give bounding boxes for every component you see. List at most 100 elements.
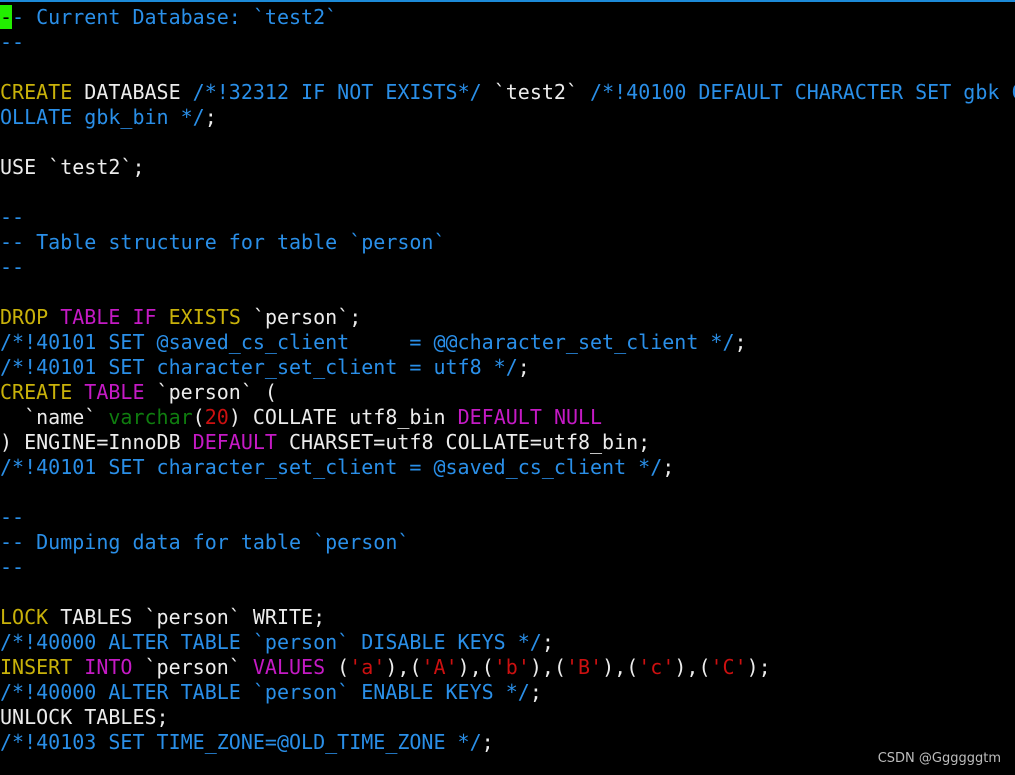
code-line[interactable]: /*!40103 SET TIME_ZONE=@OLD_TIME_ZONE */… bbox=[0, 730, 1015, 755]
code-line[interactable]: DROP TABLE IF EXISTS `person`; bbox=[0, 305, 1015, 330]
code-line[interactable]: LOCK TABLES `person` WRITE; bbox=[0, 605, 1015, 630]
code-token: /*!40103 SET TIME_ZONE=@OLD_TIME_ZONE */ bbox=[0, 730, 482, 754]
code-line[interactable]: OLLATE gbk_bin */; bbox=[0, 105, 1015, 130]
code-token: ) ENGINE=InnoDB bbox=[0, 430, 193, 454]
code-token: -- bbox=[0, 255, 25, 279]
code-line[interactable]: /*!40101 SET character_set_client = @sav… bbox=[0, 455, 1015, 480]
code-line[interactable]: UNLOCK TABLES; bbox=[0, 705, 1015, 730]
blank-line[interactable] bbox=[0, 580, 1015, 605]
code-line[interactable]: `name` varchar(20) COLLATE utf8_bin DEFA… bbox=[0, 405, 1015, 430]
code-token: 20 bbox=[204, 405, 229, 429]
csdn-watermark: CSDN @Ggggggtm bbox=[877, 751, 1001, 766]
code-token: DEFAULT bbox=[457, 405, 542, 429]
blank-line[interactable] bbox=[0, 480, 1015, 505]
code-line[interactable]: -- bbox=[0, 205, 1015, 230]
code-token: 'A' bbox=[421, 655, 458, 679]
code-token: CREATE bbox=[0, 80, 73, 104]
code-token: DEFAULT bbox=[192, 430, 277, 454]
code-token: -- bbox=[0, 205, 25, 229]
code-token: /*!40101 SET character_set_client = utf8… bbox=[0, 355, 518, 379]
code-token: 'C' bbox=[710, 655, 747, 679]
code-token: ; bbox=[204, 105, 217, 129]
code-token: `name` bbox=[0, 405, 109, 429]
code-line[interactable]: CREATE DATABASE /*!32312 IF NOT EXISTS*/… bbox=[0, 80, 1015, 105]
code-token: varchar bbox=[108, 405, 193, 429]
code-token: /*!32312 IF NOT EXISTS*/ bbox=[192, 80, 482, 104]
code-token: -- Dumping data for table `person` bbox=[0, 530, 410, 554]
code-token: -- bbox=[0, 555, 25, 579]
code-token: OLLATE gbk_bin */ bbox=[0, 105, 205, 129]
code-token: /*!40000 ALTER TABLE `person` DISABLE KE… bbox=[0, 630, 542, 654]
code-token: USE `test2`; bbox=[0, 155, 145, 179]
code-line[interactable]: -- bbox=[0, 505, 1015, 530]
code-token: INSERT bbox=[0, 655, 73, 679]
code-token: ; bbox=[662, 455, 675, 479]
code-token: DATABASE bbox=[72, 80, 193, 104]
code-token: ) COLLATE utf8_bin bbox=[228, 405, 458, 429]
code-line[interactable]: /*!40000 ALTER TABLE `person` ENABLE KEY… bbox=[0, 680, 1015, 705]
code-token: ; bbox=[517, 355, 530, 379]
code-token: ( bbox=[325, 655, 350, 679]
code-token: /*!40000 ALTER TABLE `person` ENABLE KEY… bbox=[0, 680, 530, 704]
code-token: /*!40101 SET character_set_client = @sav… bbox=[0, 455, 663, 479]
code-line[interactable]: -- bbox=[0, 30, 1015, 55]
code-token: ); bbox=[746, 655, 771, 679]
code-token: ),( bbox=[457, 655, 494, 679]
code-token: - Current Database: `test2` bbox=[12, 5, 338, 29]
code-line[interactable]: /*!40000 ALTER TABLE `person` DISABLE KE… bbox=[0, 630, 1015, 655]
code-token: ),( bbox=[529, 655, 566, 679]
code-token: NULL bbox=[553, 405, 603, 429]
code-token: DROP bbox=[0, 305, 49, 329]
code-token: ; bbox=[541, 630, 554, 654]
code-token: -- bbox=[0, 505, 25, 529]
code-line[interactable]: CREATE TABLE `person` ( bbox=[0, 380, 1015, 405]
code-token: TABLES `person` WRITE; bbox=[48, 605, 326, 629]
blank-line[interactable] bbox=[0, 280, 1015, 305]
code-line[interactable]: USE `test2`; bbox=[0, 155, 1015, 180]
blank-line[interactable] bbox=[0, 55, 1015, 80]
code-token: TABLE bbox=[84, 380, 145, 404]
code-token: ( bbox=[192, 405, 205, 429]
code-token: IF bbox=[132, 305, 157, 329]
code-token: ; bbox=[481, 730, 494, 754]
code-token: ),( bbox=[674, 655, 711, 679]
code-token: ),( bbox=[602, 655, 639, 679]
blank-line[interactable] bbox=[0, 130, 1015, 155]
code-token: `test2` bbox=[481, 80, 591, 104]
code-line[interactable]: ) ENGINE=InnoDB DEFAULT CHARSET=utf8 COL… bbox=[0, 430, 1015, 455]
code-line[interactable]: -- bbox=[0, 555, 1015, 580]
code-token: 'B' bbox=[565, 655, 603, 679]
code-token: 'c' bbox=[638, 655, 675, 679]
code-line[interactable]: -- Current Database: `test2` bbox=[0, 5, 1015, 30]
code-token: EXISTS bbox=[168, 305, 241, 329]
code-line[interactable]: -- Table structure for table `person` bbox=[0, 230, 1015, 255]
code-token: ; bbox=[529, 680, 542, 704]
code-token: CREATE bbox=[0, 380, 73, 404]
code-token: `person`; bbox=[240, 305, 362, 329]
blank-line[interactable] bbox=[0, 180, 1015, 205]
code-token: TABLE bbox=[60, 305, 121, 329]
code-token: 'b' bbox=[493, 655, 530, 679]
code-token: -- bbox=[0, 30, 25, 54]
code-line[interactable]: -- Dumping data for table `person` bbox=[0, 530, 1015, 555]
vim-editor-buffer[interactable]: -- Current Database: `test2` -- CREATE DA… bbox=[0, 5, 1015, 755]
code-token: 'a' bbox=[349, 655, 386, 679]
text-cursor: - bbox=[0, 5, 13, 29]
code-token: -- Table structure for table `person` bbox=[0, 230, 446, 254]
code-token: LOCK bbox=[0, 605, 49, 629]
code-token: `person` bbox=[132, 655, 253, 679]
code-line[interactable]: INSERT INTO `person` VALUES ('a'),('A'),… bbox=[0, 655, 1015, 680]
code-token: ),( bbox=[385, 655, 422, 679]
code-token: VALUES bbox=[252, 655, 326, 679]
window-top-border bbox=[0, 0, 1015, 2]
code-line[interactable]: /*!40101 SET character_set_client = utf8… bbox=[0, 355, 1015, 380]
code-line[interactable]: -- bbox=[0, 255, 1015, 280]
code-line[interactable]: /*!40101 SET @saved_cs_client = @@charac… bbox=[0, 330, 1015, 355]
code-token: CHARSET=utf8 COLLATE=utf8_bin; bbox=[276, 430, 651, 454]
code-token: UNLOCK TABLES; bbox=[0, 705, 169, 729]
